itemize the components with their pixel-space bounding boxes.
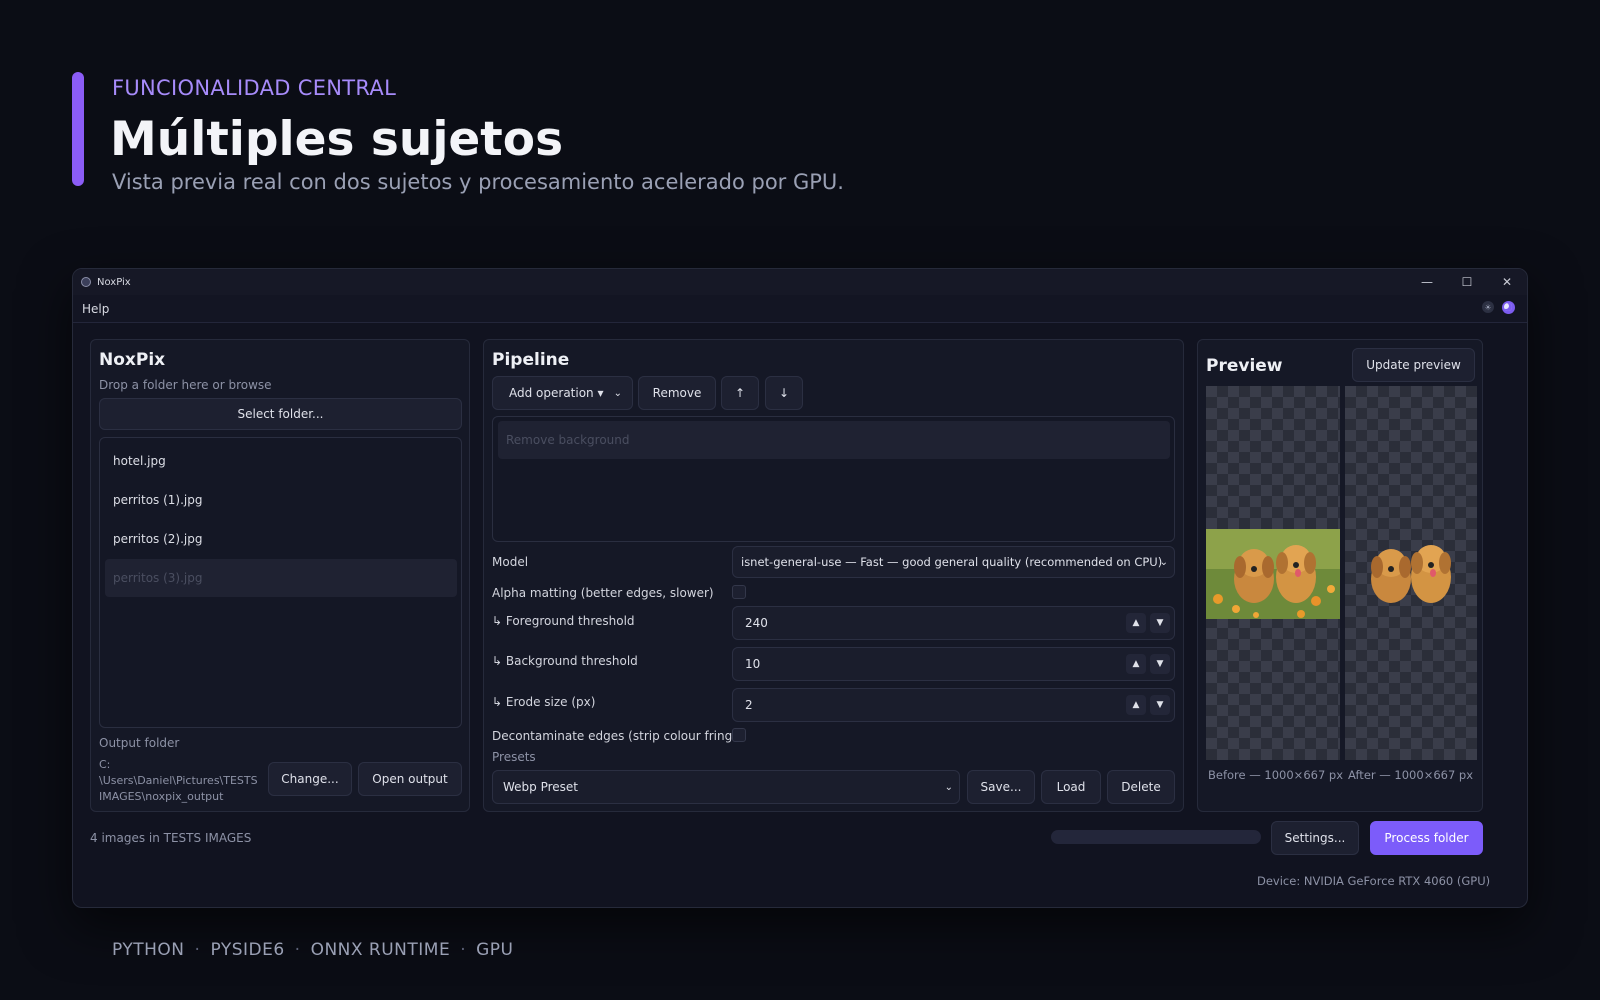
progress-bar <box>1051 830 1261 844</box>
close-icon[interactable]: ✕ <box>1487 269 1527 295</box>
remove-operation-button[interactable]: Remove <box>638 376 716 410</box>
model-select[interactable]: isnet-general-use — Fast — good general … <box>732 546 1175 578</box>
model-select-value: isnet-general-use — Fast — good general … <box>741 555 1163 569</box>
model-label: Model <box>492 555 529 569</box>
spin-down-icon[interactable]: ▼ <box>1150 695 1170 715</box>
slide-eyebrow: FUNCIONALIDAD CENTRAL <box>112 76 397 100</box>
decontaminate-checkbox[interactable] <box>732 728 746 742</box>
spin-up-icon[interactable]: ▲ <box>1126 695 1146 715</box>
select-folder-button[interactable]: Select folder... <box>99 398 462 430</box>
save-preset-button[interactable]: Save... <box>967 770 1035 804</box>
after-photo <box>1371 545 1451 603</box>
tech-stack: PYTHON · PYSIDE6 · ONNX RUNTIME · GPU <box>112 940 514 960</box>
file-item[interactable]: perritos (2).jpg <box>105 520 457 558</box>
pipeline-panel: Pipeline Add operation ▾ ⌄ Remove ↑ ↓ Re… <box>483 339 1184 812</box>
alpha-matting-label: Alpha matting (better edges, slower) <box>492 586 714 600</box>
process-folder-button[interactable]: Process folder <box>1370 821 1483 855</box>
move-up-button[interactable]: ↑ <box>721 376 759 410</box>
device-status: Device: NVIDIA GeForce RTX 4060 (GPU) <box>1257 874 1491 888</box>
add-operation-label: Add operation ▾ <box>509 386 604 400</box>
slide-subtitle: Vista previa real con dos sujetos y proc… <box>112 170 844 194</box>
minimize-icon[interactable]: — <box>1407 269 1447 295</box>
chevron-down-icon: ⌄ <box>944 781 953 793</box>
foreground-threshold-value: 240 <box>745 616 768 630</box>
menu-bar: Help ☀ <box>73 295 1527 323</box>
update-preview-button[interactable]: Update preview <box>1352 348 1475 382</box>
spin-down-icon[interactable]: ▼ <box>1150 654 1170 674</box>
output-path-line-2: \Users\Daniel\Pictures\TESTS <box>99 774 258 787</box>
menu-help[interactable]: Help <box>82 302 109 316</box>
background-threshold-label: ↳ Background threshold <box>492 654 638 668</box>
operation-list[interactable]: Remove background <box>492 416 1175 542</box>
output-folder-label: Output folder <box>99 736 180 750</box>
title-bar: NoxPix — ☐ ✕ <box>73 269 1527 295</box>
decontaminate-label: Decontaminate edges (strip colour fringe… <box>492 729 745 743</box>
delete-preset-button[interactable]: Delete <box>1107 770 1175 804</box>
slide-title: Múltiples sujetos <box>110 112 564 167</box>
presets-label: Presets <box>492 750 536 764</box>
background-threshold-input[interactable]: 10 ▲ ▼ <box>732 647 1175 681</box>
light-theme-icon[interactable]: ☀ <box>1482 301 1494 313</box>
maximize-icon[interactable]: ☐ <box>1447 269 1487 295</box>
foreground-threshold-input[interactable]: 240 ▲ ▼ <box>732 606 1175 640</box>
app-window: NoxPix — ☐ ✕ Help ☀ NoxPix Drop a folder… <box>72 268 1528 908</box>
after-preview <box>1345 386 1477 760</box>
chevron-down-icon: ⌄ <box>1159 556 1168 568</box>
before-caption: Before — 1000×667 px <box>1208 768 1344 782</box>
file-list[interactable]: hotel.jpg perritos (1).jpg perritos (2).… <box>99 437 462 728</box>
drop-hint: Drop a folder here or browse <box>99 378 272 392</box>
tech-item: GPU <box>476 940 514 960</box>
files-panel-title: NoxPix <box>99 350 166 370</box>
after-caption: After — 1000×667 px <box>1348 768 1474 782</box>
accent-bar <box>72 72 84 186</box>
tech-item: PYTHON <box>112 940 185 960</box>
preset-select[interactable]: Webp Preset ⌄ <box>492 770 960 804</box>
move-down-button[interactable]: ↓ <box>765 376 803 410</box>
window-title: NoxPix <box>97 276 131 288</box>
file-item[interactable]: perritos (1).jpg <box>105 481 457 519</box>
operation-item[interactable]: Remove background <box>498 421 1170 459</box>
preview-title: Preview <box>1206 356 1283 376</box>
preview-panel: Preview Update preview Before — 1000×667… <box>1197 339 1483 812</box>
output-path-line-1: C: <box>99 758 111 771</box>
spin-up-icon[interactable]: ▲ <box>1126 654 1146 674</box>
file-item[interactable]: hotel.jpg <box>105 442 457 480</box>
erode-size-label: ↳ Erode size (px) <box>492 695 596 709</box>
erode-size-value: 2 <box>745 698 753 712</box>
change-output-button[interactable]: Change... <box>268 762 352 796</box>
open-output-button[interactable]: Open output <box>358 762 462 796</box>
before-photo <box>1206 529 1340 619</box>
erode-size-input[interactable]: 2 ▲ ▼ <box>732 688 1175 722</box>
load-preset-button[interactable]: Load <box>1041 770 1101 804</box>
preset-select-value: Webp Preset <box>503 780 579 794</box>
spin-up-icon[interactable]: ▲ <box>1126 613 1146 633</box>
alpha-matting-checkbox[interactable] <box>732 585 746 599</box>
tech-item: PYSIDE6 <box>210 940 285 960</box>
image-count: 4 images in TESTS IMAGES <box>90 831 252 845</box>
spin-down-icon[interactable]: ▼ <box>1150 613 1170 633</box>
before-preview <box>1206 386 1340 760</box>
file-item-selected[interactable]: perritos (3).jpg <box>105 559 457 597</box>
output-path-line-3: IMAGES\noxpix_output <box>99 790 224 803</box>
settings-button[interactable]: Settings... <box>1271 821 1359 855</box>
foreground-threshold-label: ↳ Foreground threshold <box>492 614 635 628</box>
chevron-down-icon: ⌄ <box>613 387 622 399</box>
background-threshold-value: 10 <box>745 657 761 671</box>
app-logo-icon <box>81 277 91 287</box>
add-operation-button[interactable]: Add operation ▾ ⌄ <box>492 376 633 410</box>
tech-item: ONNX RUNTIME <box>310 940 451 960</box>
pipeline-title: Pipeline <box>492 350 570 370</box>
files-panel: NoxPix Drop a folder here or browse Sele… <box>90 339 470 812</box>
dark-theme-icon[interactable] <box>1502 301 1515 314</box>
